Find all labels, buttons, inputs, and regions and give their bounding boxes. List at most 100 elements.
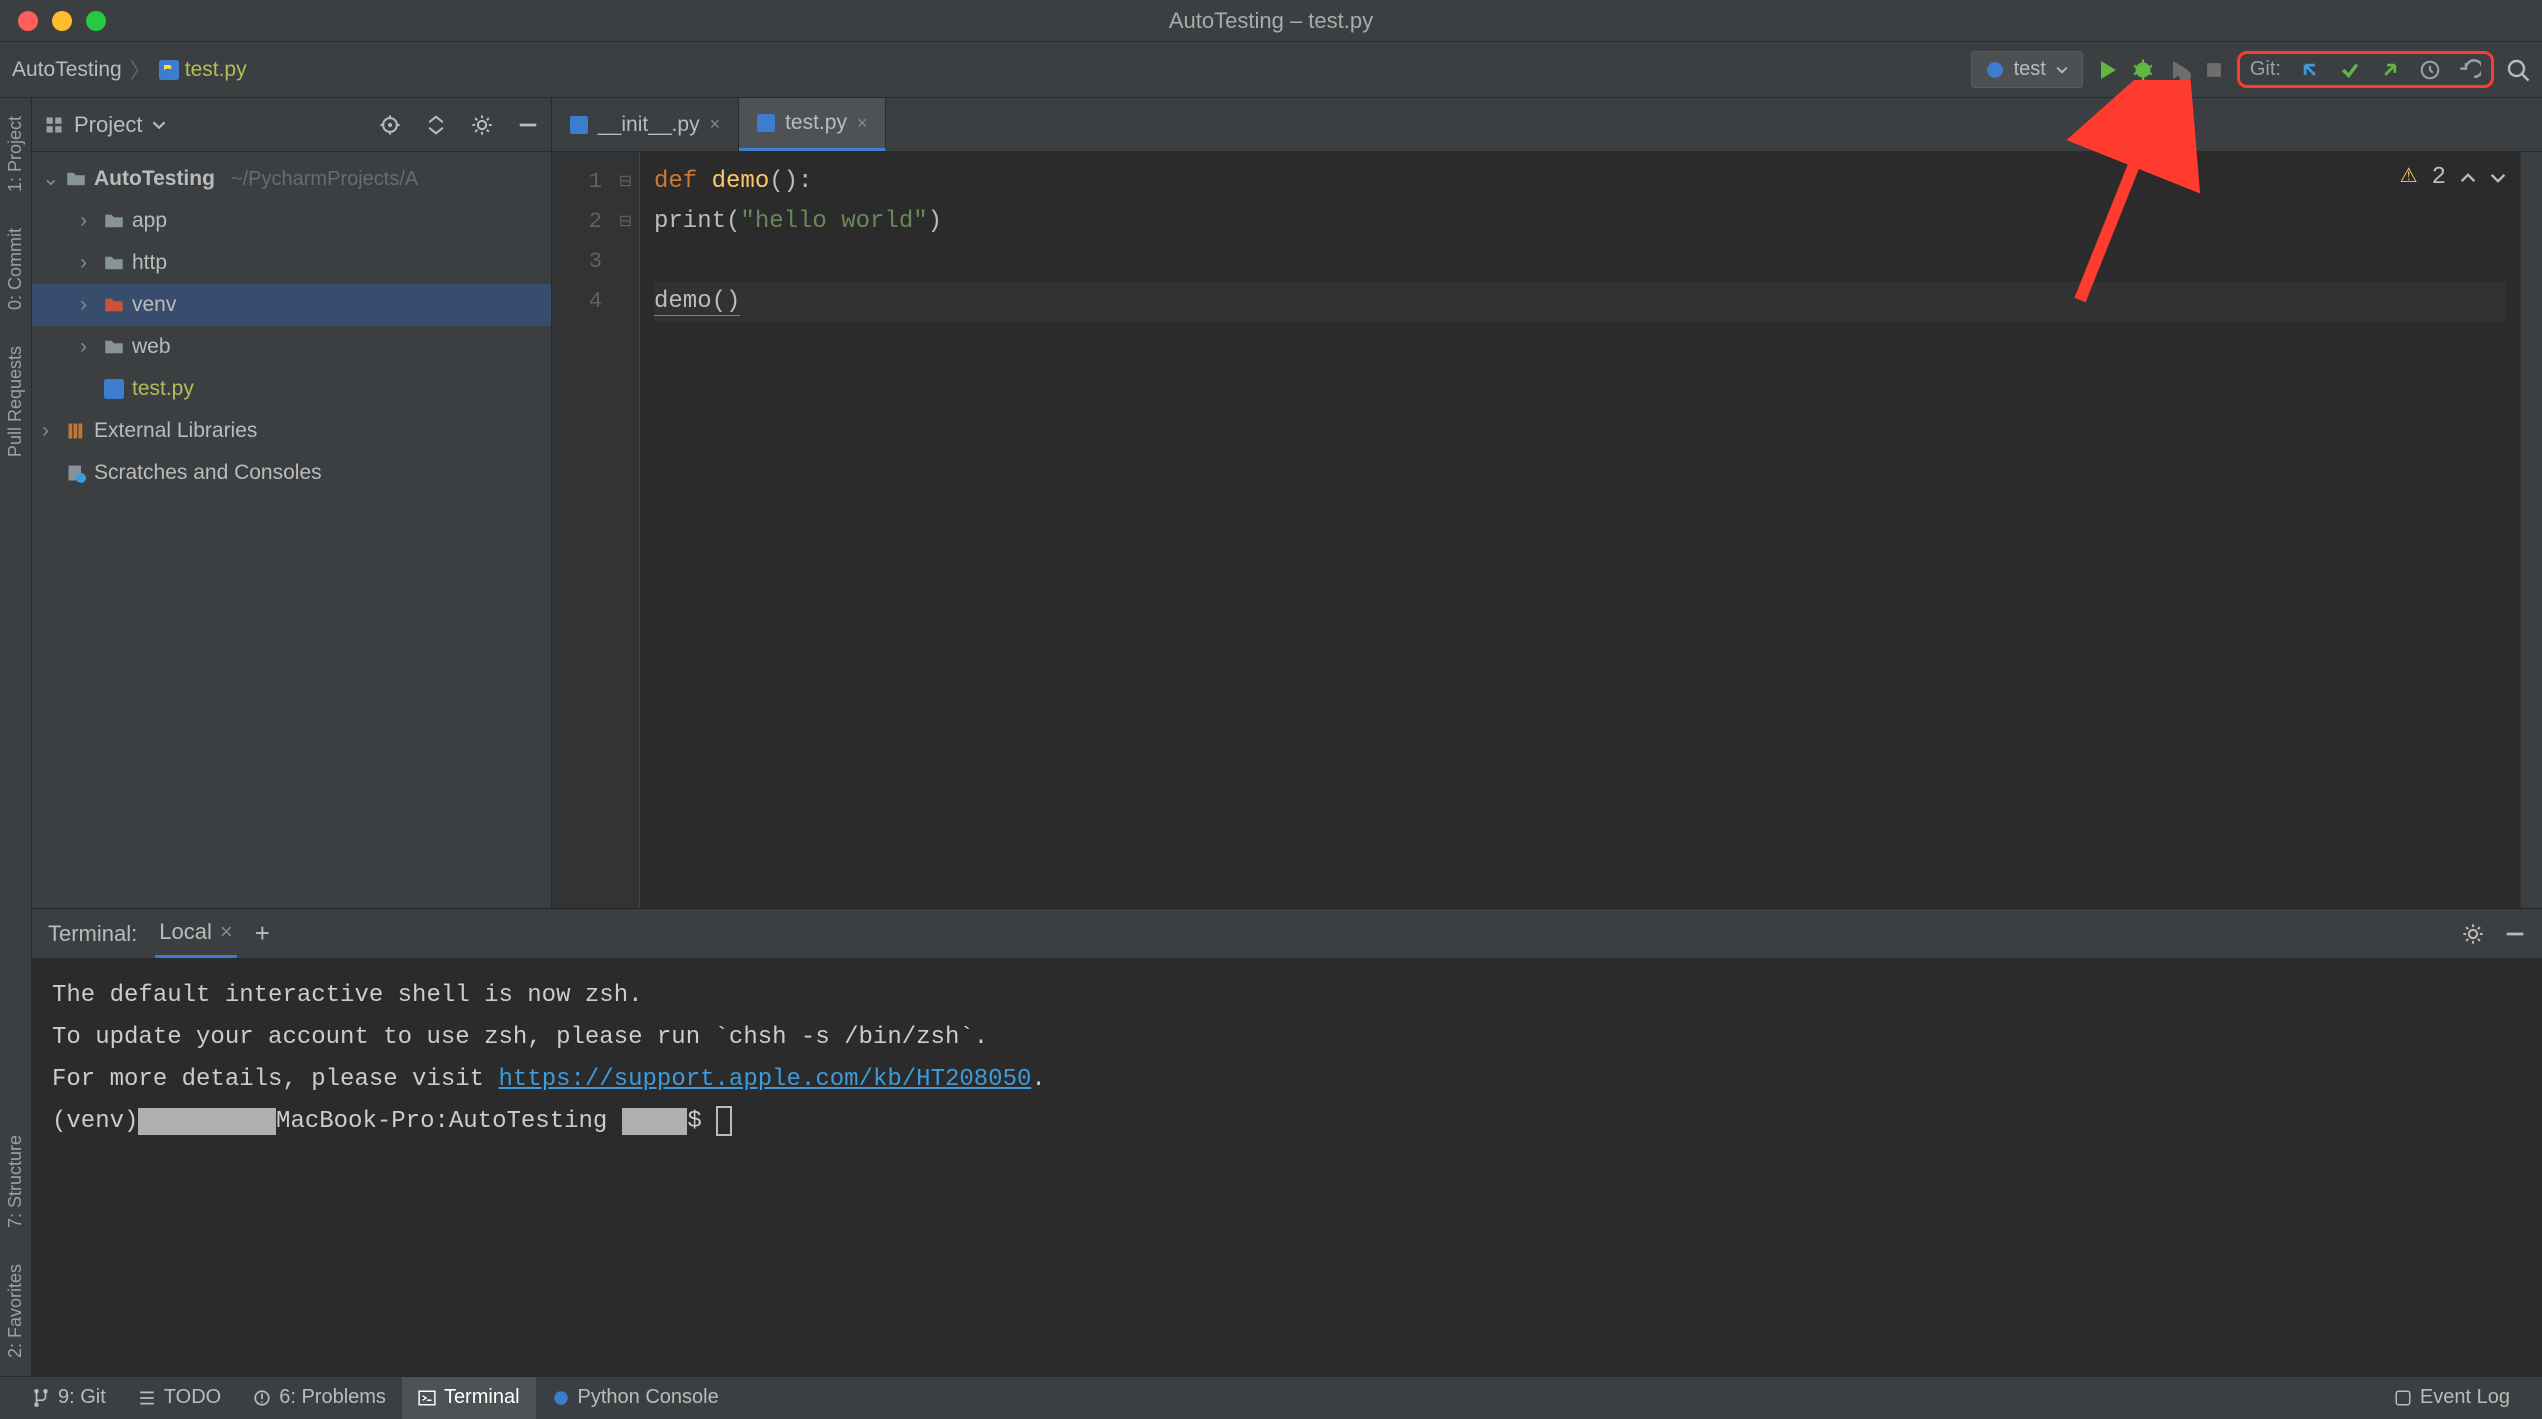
search-everywhere-icon[interactable] [2506,58,2530,82]
fold-start-icon[interactable]: ⊟ [612,162,639,202]
chevron-right-icon[interactable]: › [80,246,96,280]
warning-count: 2 [2432,158,2446,198]
breadcrumb-project[interactable]: AutoTesting [12,58,122,82]
folder-icon [66,169,86,189]
stop-button[interactable] [2203,59,2225,81]
toolbar-right: test Git: [1971,51,2530,88]
line-number-gutter: 1 2 3 4 [552,152,612,908]
run-button[interactable] [2095,58,2119,82]
code-area[interactable]: def demo(): print("hello world") demo() … [640,152,2520,908]
git-push-icon[interactable] [2379,59,2401,81]
terminal-link[interactable]: https://support.apple.com/kb/HT208050 [498,1066,1031,1093]
tree-folder-app[interactable]: ›app [32,200,551,242]
status-bar: 9: Git TODO 6: Problems Terminal Python … [0,1376,2542,1418]
gear-icon[interactable] [2462,923,2484,945]
tree-scratches[interactable]: Scratches and Consoles [32,452,551,494]
event-log-icon [2394,1389,2412,1407]
tree-folder-http[interactable]: ›http [32,242,551,284]
folder-icon [104,337,124,357]
terminal-title: Terminal: [48,921,137,947]
expand-all-icon[interactable] [425,114,447,136]
minimize-window-button[interactable] [52,11,72,31]
libraries-icon [66,421,86,441]
chevron-down-icon[interactable] [152,118,166,132]
window-title: AutoTesting – test.py [1169,8,1373,34]
breadcrumb[interactable]: AutoTesting 〉 test.py [12,55,247,85]
tree-root-label: AutoTesting [94,162,215,196]
python-icon [1986,61,2004,79]
list-icon [138,1389,156,1407]
run-coverage-button[interactable] [2167,58,2191,82]
close-icon[interactable]: × [710,114,721,135]
chevron-right-icon[interactable]: › [80,288,96,322]
tab-commit[interactable]: 0: Commit [5,228,26,310]
chevron-right-icon[interactable]: › [42,414,58,448]
python-file-icon [570,116,588,134]
redacted-text: xxxx [622,1108,688,1135]
python-file-icon [757,114,775,132]
redacted-text: xxxx xxxx [138,1108,276,1135]
tab-pull-requests[interactable]: Pull Requests [5,346,26,457]
status-terminal[interactable]: Terminal [402,1377,536,1419]
hide-icon[interactable] [517,114,539,136]
tab-test-py[interactable]: test.py × [739,98,886,151]
git-rollback-icon[interactable] [2459,59,2481,81]
breadcrumb-file[interactable]: test.py [159,58,247,82]
navigation-bar: AutoTesting 〉 test.py test Git: [0,42,2542,98]
status-todo[interactable]: TODO [122,1377,237,1419]
python-file-icon [159,60,179,80]
run-configuration-selector[interactable]: test [1971,51,2083,88]
terminal-header: Terminal: Local × + [32,909,2542,959]
chevron-down-icon[interactable]: ⌄ [42,162,58,196]
fold-gutter[interactable]: ⊟ ⊟ [612,152,640,908]
project-tool-title[interactable]: Project [74,112,142,138]
code-editor[interactable]: 1 2 3 4 ⊟ ⊟ def demo(): print("hello wor… [552,152,2542,908]
status-python-console[interactable]: Python Console [536,1377,735,1419]
close-icon[interactable]: × [857,113,868,134]
tree-folder-web[interactable]: ›web [32,326,551,368]
tree-folder-venv[interactable]: ›venv [32,284,551,326]
git-update-icon[interactable] [2299,59,2321,81]
terminal-tab-local[interactable]: Local × [155,909,236,958]
git-commit-icon[interactable] [2339,59,2361,81]
tab-project[interactable]: 1: Project [5,116,26,192]
folder-excluded-icon [104,295,124,315]
chevron-down-icon[interactable] [2490,170,2506,186]
tree-root[interactable]: ⌄ AutoTesting ~/PycharmProjects/A [32,158,551,200]
problems-icon [253,1389,271,1407]
chevron-right-icon[interactable]: › [80,204,96,238]
close-icon[interactable]: × [220,919,233,945]
tab-init-py[interactable]: __init__.py × [552,98,739,151]
inspection-widget[interactable]: ⚠ 2 [2400,158,2506,198]
gear-icon[interactable] [471,114,493,136]
fold-end-icon[interactable]: ⊟ [612,202,639,242]
terminal-output[interactable]: The default interactive shell is now zsh… [32,959,2542,1159]
editor-scrollbar[interactable] [2520,152,2542,908]
chevron-up-icon[interactable] [2460,170,2476,186]
tab-structure[interactable]: 7: Structure [5,1135,26,1228]
debug-button[interactable] [2131,58,2155,82]
status-problems[interactable]: 6: Problems [237,1377,402,1419]
locate-icon[interactable] [379,114,401,136]
window-controls [0,11,106,31]
hide-icon[interactable] [2504,923,2526,945]
breadcrumb-separator-icon: 〉 [130,55,151,85]
left-tool-stripe: 1: Project 0: Commit Pull Requests 7: St… [0,98,32,1376]
chevron-right-icon[interactable]: › [80,330,96,364]
new-terminal-button[interactable]: + [255,918,270,949]
git-history-icon[interactable] [2419,59,2441,81]
status-event-log[interactable]: Event Log [2378,1377,2526,1419]
scratches-icon [66,463,86,483]
tree-external-libraries[interactable]: ›External Libraries [32,410,551,452]
git-label: Git: [2250,58,2281,81]
project-view-icon [44,115,64,135]
tab-favorites[interactable]: 2: Favorites [5,1264,26,1358]
tree-root-path: ~/PycharmProjects/A [231,162,418,196]
tree-file-test[interactable]: test.py [32,368,551,410]
maximize-window-button[interactable] [86,11,106,31]
status-git[interactable]: 9: Git [16,1377,122,1419]
terminal-cursor [716,1106,732,1136]
project-tree: ⌄ AutoTesting ~/PycharmProjects/A ›app ›… [32,152,551,500]
close-window-button[interactable] [18,11,38,31]
folder-icon [104,211,124,231]
